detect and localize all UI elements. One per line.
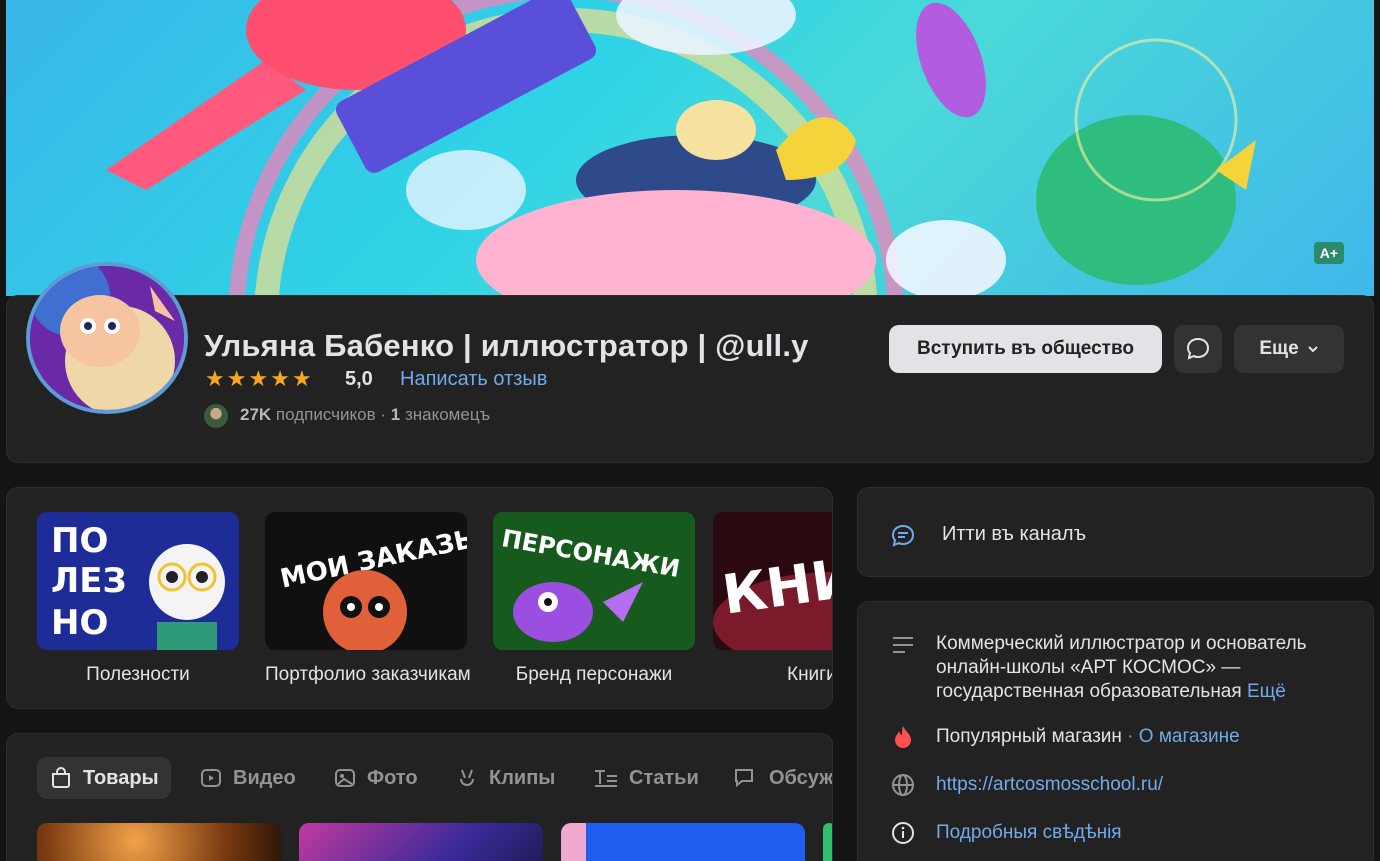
star-icon: ★ <box>248 366 269 391</box>
svg-text:НО: НО <box>51 603 108 643</box>
write-review-link[interactable]: Написать отзыв <box>400 368 547 391</box>
shop-row: Популярный магазин · О магазине <box>890 724 1240 750</box>
svg-text:ЛЕЗ: ЛЕЗ <box>51 561 127 601</box>
tab-clips[interactable]: Клипы <box>443 757 567 799</box>
join-button[interactable]: Вступить въ общество <box>889 325 1162 373</box>
info-icon <box>892 822 914 844</box>
subscribers-info[interactable]: 27K подписчиков · 1 знакомецъ <box>240 405 490 425</box>
info-card: Коммерческий иллюстратор и основатель он… <box>857 601 1374 861</box>
star-icon: ★ <box>226 366 247 391</box>
subscribers-count: 27K <box>240 405 272 424</box>
separator-dot: · <box>380 405 387 424</box>
articles-icon <box>595 770 617 787</box>
tab-photo[interactable]: Фото <box>321 757 430 799</box>
tab-label: Статьи <box>629 766 699 789</box>
collection-thumbnail: ПЕРСОНАЖИ <box>493 512 695 650</box>
tab-goods[interactable]: Товары <box>37 757 171 799</box>
cover-image[interactable]: A+ <box>6 0 1374 296</box>
separator-dot: · <box>1127 726 1134 747</box>
star-icon: ★ <box>291 366 312 391</box>
tab-label: Обсуж <box>769 766 833 789</box>
age-rating-badge: A+ <box>1313 242 1344 264</box>
website-row: https://artcosmosschool.ru/ <box>890 772 1163 798</box>
collection-item[interactable]: КНИ Книги <box>713 512 833 686</box>
product-card[interactable] <box>561 823 805 861</box>
community-name: Ульяна Бабенко | иллюстратор | @ull.y <box>204 328 809 363</box>
collections-carousel: ПО ЛЕЗ НО Полезности МОИ ЗАКАЗЫ Портфоли… <box>6 487 833 709</box>
shop-label: Популярный магазин <box>936 726 1122 747</box>
website-link[interactable]: https://artcosmosschool.ru/ <box>936 772 1163 798</box>
tab-articles[interactable]: Статьи <box>581 757 711 799</box>
photo-icon <box>335 769 355 787</box>
collection-label: Портфолио заказчикам <box>265 664 471 685</box>
subscribers-word: подписчиков <box>275 405 376 424</box>
star-icon: ★ <box>270 366 290 391</box>
tab-label: Фото <box>367 766 418 789</box>
collection-item[interactable]: ПЕРСОНАЖИ Бренд персонажи <box>493 512 695 686</box>
clips-icon <box>460 769 474 786</box>
product-card[interactable] <box>299 823 543 861</box>
rating-value: 5,0 <box>345 368 373 390</box>
tab-video[interactable]: Видео <box>187 757 308 799</box>
collection-label: Бренд персонажи <box>515 664 673 685</box>
friend-avatar <box>204 404 228 428</box>
globe-icon <box>892 774 914 796</box>
bag-icon <box>52 767 70 788</box>
fire-icon <box>895 726 911 748</box>
about-shop-link[interactable]: О магазине <box>1139 726 1240 747</box>
collection-thumbnail: КНИ <box>713 512 832 650</box>
tab-discussions[interactable]: Обсуж <box>721 757 833 799</box>
tab-label: Клипы <box>489 766 556 789</box>
product-card[interactable] <box>37 823 281 861</box>
rating-stars: ★ ★ ★ ★ ★ <box>205 368 312 390</box>
collection-label: Книги <box>787 664 833 685</box>
product-card[interactable] <box>823 823 832 861</box>
details-row: Подробныя свѣдѣнія <box>890 820 1122 846</box>
star-icon: ★ <box>205 366 225 391</box>
channel-card[interactable]: Итти въ каналъ <box>857 487 1374 577</box>
svg-text:ПО: ПО <box>51 521 108 561</box>
more-button[interactable]: Еще <box>1234 325 1344 373</box>
friends-count: 1 <box>390 405 401 424</box>
channel-link: Итти въ каналъ <box>942 523 1087 545</box>
chat-channel-icon <box>891 524 915 547</box>
cover-illustration <box>106 0 1256 296</box>
message-icon <box>1186 337 1210 360</box>
collection-thumbnail: ПО ЛЕЗ НО <box>37 512 239 650</box>
collection-label: Полезности <box>86 664 190 685</box>
tab-label: Товары <box>83 766 159 789</box>
collection-item[interactable]: МОИ ЗАКАЗЫ Портфолио заказчикам <box>265 512 471 686</box>
description-icon <box>893 637 913 653</box>
details-link[interactable]: Подробныя свѣдѣнія <box>936 820 1122 846</box>
collection-thumbnail: МОИ ЗАКАЗЫ <box>265 512 467 650</box>
description-text: Коммерческий иллюстратор и основатель он… <box>936 632 1336 704</box>
description-row: Коммерческий иллюстратор и основатель он… <box>890 632 1336 704</box>
friends-word: знакомецъ <box>404 405 491 424</box>
chevron-down-icon <box>1307 346 1318 353</box>
discussions-icon <box>735 769 753 788</box>
video-icon <box>201 769 221 787</box>
collection-item[interactable]: ПО ЛЕЗ НО Полезности <box>37 512 239 686</box>
message-button[interactable] <box>1174 325 1222 373</box>
description-more-link[interactable]: Ещё <box>1247 681 1286 702</box>
avatar-image <box>30 266 184 410</box>
avatar[interactable] <box>26 262 188 414</box>
more-label: Еще <box>1259 338 1299 359</box>
content-tabs-card: Товары Видео Фото Клипы Статьи Обсуж <box>6 733 833 861</box>
tab-label: Видео <box>233 766 296 789</box>
